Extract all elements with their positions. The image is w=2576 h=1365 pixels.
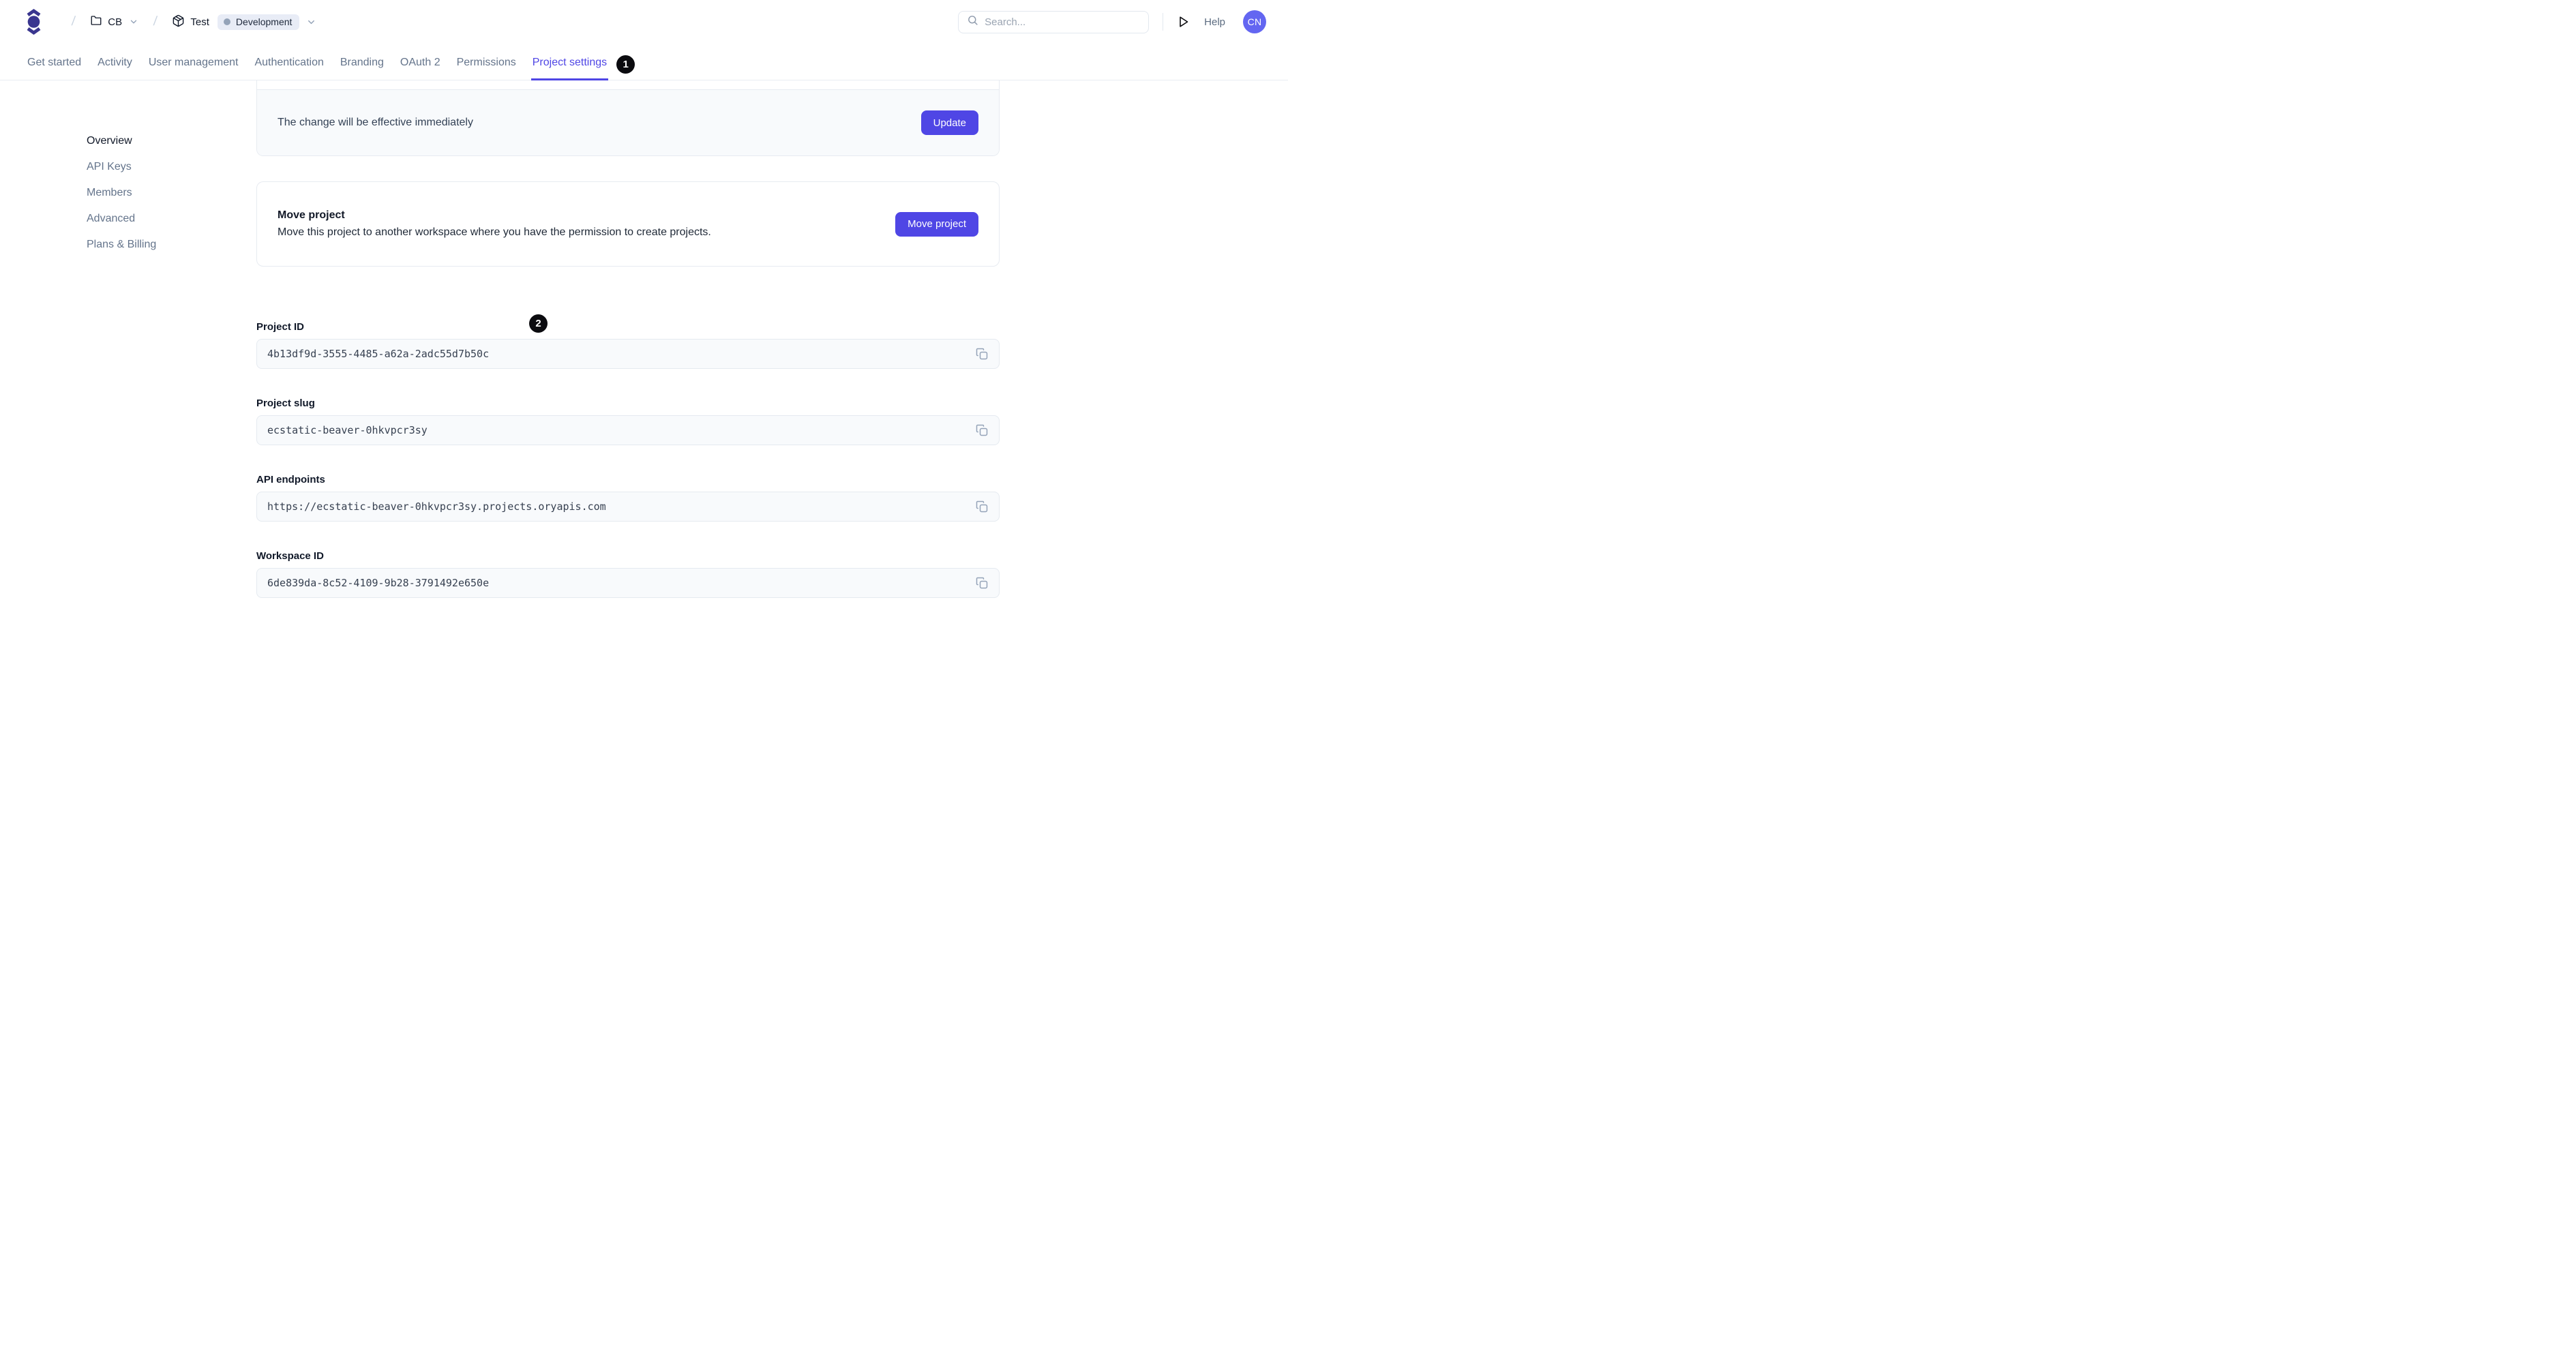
tab-oauth2[interactable]: OAuth 2: [400, 45, 440, 80]
sidebar-item-advanced[interactable]: Advanced: [87, 212, 156, 226]
environment-dot-icon: [223, 18, 230, 25]
workspace-name: CB: [108, 16, 123, 28]
copy-icon[interactable]: [975, 500, 989, 513]
chevron-down-icon: [306, 17, 316, 27]
sidebar-item-plans-billing[interactable]: Plans & Billing: [87, 238, 156, 252]
move-project-description: Move this project to another workspace w…: [278, 226, 711, 238]
annotation-marker-1: 1: [616, 55, 635, 74]
field-workspace-id: Workspace ID 6de839da-8c52-4109-9b28-379…: [256, 550, 1000, 598]
field-value: ecstatic-beaver-0hkvpcr3sy: [267, 424, 428, 436]
search-box[interactable]: [958, 10, 1150, 33]
tab-permissions[interactable]: Permissions: [457, 45, 516, 80]
copy-icon[interactable]: [975, 347, 989, 361]
breadcrumb-separator: /: [153, 14, 158, 29]
settings-main: The change will be effective immediately…: [256, 80, 1000, 598]
field-api-endpoints: API endpoints https://ecstatic-beaver-0h…: [256, 474, 1000, 522]
breadcrumb-separator: /: [70, 14, 76, 29]
field-label: API endpoints: [256, 474, 325, 485]
move-project-text: Move project Move this project to anothe…: [278, 209, 711, 239]
environment-label: Development: [235, 16, 293, 27]
search-icon: [967, 14, 978, 29]
field-label: Workspace ID: [256, 550, 324, 562]
field-project-id: Project ID 4b13df9d-3555-4485-a62a-2adc5…: [256, 321, 1000, 369]
field-label: Project ID: [256, 321, 305, 333]
tab-user-management[interactable]: User management: [149, 45, 239, 80]
field-value-box: 6de839da-8c52-4109-9b28-3791492e650e: [256, 568, 1000, 598]
project-tabbar: Get started Activity User management Aut…: [0, 41, 1288, 80]
sidebar-item-overview[interactable]: Overview: [87, 134, 156, 148]
sidebar-item-api-keys[interactable]: API Keys: [87, 160, 156, 174]
copy-icon[interactable]: [975, 423, 989, 437]
tab-project-settings[interactable]: Project settings 1: [530, 45, 635, 80]
help-link[interactable]: Help: [1204, 16, 1225, 28]
update-card: The change will be effective immediately…: [256, 80, 1000, 156]
field-value-box: ecstatic-beaver-0hkvpcr3sy: [256, 415, 1000, 445]
avatar[interactable]: CN: [1243, 10, 1266, 33]
environment-badge: Development: [217, 14, 300, 30]
settings-sidebar: Overview API Keys Members Advanced Plans…: [87, 134, 156, 264]
breadcrumb: / CB / Test Development: [26, 8, 316, 35]
update-card-body: [257, 80, 999, 89]
move-project-title: Move project: [278, 209, 345, 221]
update-button[interactable]: Update: [920, 110, 978, 135]
project-name: Test: [190, 16, 209, 28]
field-project-slug: Project slug ecstatic-beaver-0hkvpcr3sy: [256, 397, 1000, 445]
tab-get-started[interactable]: Get started: [27, 45, 81, 80]
tab-activity[interactable]: Activity: [98, 45, 132, 80]
top-header: / CB / Test Development Search... Help C…: [0, 0, 1288, 41]
project-identifiers: 2 Project ID 4b13df9d-3555-4485-a62a-2ad…: [256, 314, 1000, 598]
field-value: 6de839da-8c52-4109-9b28-3791492e650e: [267, 577, 490, 589]
field-value-box: https://ecstatic-beaver-0hkvpcr3sy.proje…: [256, 492, 1000, 522]
project-breadcrumb[interactable]: Test Development: [172, 14, 316, 30]
tab-branding[interactable]: Branding: [340, 45, 384, 80]
page-content: Overview API Keys Members Advanced Plans…: [0, 80, 1288, 598]
chevron-down-icon: [129, 17, 138, 27]
ory-logo-icon[interactable]: [26, 8, 42, 35]
annotation-marker-2: 2: [529, 314, 548, 333]
folder-icon: [90, 14, 102, 29]
field-label: Project slug: [256, 397, 315, 409]
field-value: https://ecstatic-beaver-0hkvpcr3sy.proje…: [267, 500, 606, 513]
search-input[interactable]: [985, 16, 1141, 28]
sidebar-item-members[interactable]: Members: [87, 186, 156, 200]
update-card-footer: The change will be effective immediately…: [257, 89, 999, 155]
move-project-card: Move project Move this project to anothe…: [256, 181, 1000, 267]
update-note: The change will be effective immediately: [278, 117, 473, 128]
move-project-button[interactable]: Move project: [895, 211, 978, 237]
workspace-breadcrumb[interactable]: CB: [90, 14, 138, 29]
play-icon[interactable]: [1178, 16, 1189, 28]
package-icon: [172, 14, 185, 30]
tab-project-settings-label: Project settings: [532, 56, 608, 68]
tab-authentication[interactable]: Authentication: [254, 45, 323, 80]
copy-icon[interactable]: [975, 576, 989, 590]
field-value: 4b13df9d-3555-4485-a62a-2adc55d7b50c: [267, 348, 490, 360]
field-value-box: 4b13df9d-3555-4485-a62a-2adc55d7b50c: [256, 339, 1000, 369]
header-actions: Help CN: [958, 10, 1266, 33]
